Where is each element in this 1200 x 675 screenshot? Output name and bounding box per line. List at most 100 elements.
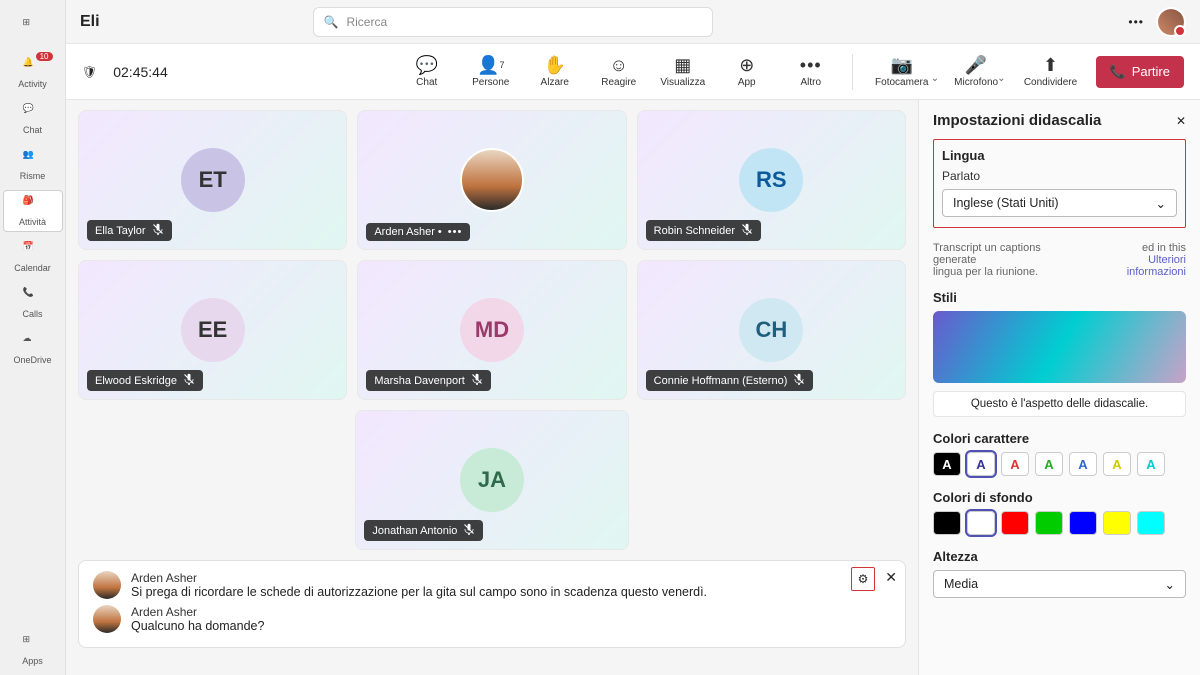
learn-more-link[interactable]: Ulteriori informazioni: [1127, 254, 1186, 278]
bg-color-swatch[interactable]: [1035, 511, 1063, 535]
avatar-initials: CH: [739, 298, 803, 362]
font-color-swatch[interactable]: A: [1035, 452, 1063, 476]
captions-box: ⚙ ✕ Arden AsherSi prega di ricordare le …: [78, 560, 906, 648]
grid-icon: ▦: [674, 55, 691, 75]
video-tile[interactable]: EE Elwood Eskridge: [78, 260, 347, 400]
video-tile[interactable]: ETElla Taylor: [78, 110, 347, 250]
font-color-swatch[interactable]: A: [1069, 452, 1097, 476]
more-icon[interactable]: •••: [448, 226, 463, 238]
view-button[interactable]: ▦Visualizza: [656, 49, 710, 95]
mic-muted-icon: [741, 223, 753, 238]
bg-color-swatch[interactable]: [933, 511, 961, 535]
participant-name: Connie Hoffmann (Esterno): [646, 370, 814, 391]
captions-settings-button[interactable]: ⚙: [851, 567, 875, 591]
participant-name: Marsha Davenport: [366, 370, 491, 391]
avatar-initials: RS: [739, 148, 803, 212]
rail-teams[interactable]: 👥 Risme: [3, 144, 63, 186]
caption-line: Arden AsherQualcuno ha domande?: [93, 605, 891, 633]
caption-line: Arden AsherSi prega di ricordare le sche…: [93, 571, 891, 599]
chevron-down-icon: ⌄: [1165, 577, 1175, 592]
mic-muted-icon: [471, 373, 483, 388]
chevron-down-icon[interactable]: ⌄: [997, 73, 1005, 84]
chevron-down-icon[interactable]: ⌄: [931, 73, 939, 84]
avatar-photo: [460, 148, 524, 212]
calendar-icon: 📅: [23, 241, 43, 261]
rail-activity[interactable]: 🔔 10 Activity: [3, 52, 63, 94]
bg-color-swatch[interactable]: [1103, 511, 1131, 535]
chat-button[interactable]: 💬Chat: [400, 49, 454, 95]
activity-badge: 10: [36, 52, 53, 61]
ellipsis-icon: •••: [800, 55, 822, 75]
people-button[interactable]: 👤7Persone: [464, 49, 518, 95]
hand-icon: ✋: [544, 55, 566, 75]
rail-calls[interactable]: 📞 Calls: [3, 282, 63, 324]
panel-title: Impostazioni didascalia: [933, 112, 1101, 129]
phone-icon: 📞: [23, 287, 43, 307]
mic-button[interactable]: 🎤Microfono: [949, 49, 1003, 95]
mic-muted-icon: [793, 373, 805, 388]
caption-text: Si prega di ricordare le schede di autor…: [131, 585, 707, 599]
chat-icon: 💬: [23, 103, 43, 123]
spoken-language-select[interactable]: Inglese (Stati Uniti) ⌄: [942, 189, 1177, 217]
raise-hand-button[interactable]: ✋Alzare: [528, 49, 582, 95]
video-tile[interactable]: Arden Asher ••••: [357, 110, 626, 250]
rail-apps[interactable]: ⊞ Apps: [3, 629, 63, 671]
rail-chat[interactable]: 💬 Chat: [3, 98, 63, 140]
close-captions-button[interactable]: ✕: [885, 569, 897, 586]
chevron-down-icon: ⌄: [1156, 196, 1166, 211]
font-color-swatch[interactable]: A: [933, 452, 961, 476]
share-button[interactable]: ⬆Condividere: [1016, 49, 1086, 95]
caption-text: Qualcuno ha domande?: [131, 619, 264, 633]
video-tile[interactable]: JAJonathan Antonio: [355, 410, 628, 550]
participant-name: Elwood Eskridge: [87, 370, 203, 391]
participant-name: Arden Asher ••••: [366, 223, 470, 241]
plus-icon: ⊕: [739, 55, 754, 75]
bg-color-swatch[interactable]: [967, 511, 995, 535]
caption-speaker: Arden Asher: [131, 605, 264, 619]
camera-off-icon: 📷: [891, 55, 913, 75]
font-color-swatch[interactable]: A: [1137, 452, 1165, 476]
more-button[interactable]: •••Altro: [784, 49, 838, 95]
caption-height-select[interactable]: Media ⌄: [933, 570, 1186, 598]
shield-icon[interactable]: 🛡: [82, 65, 97, 79]
person-icon: 👤7: [477, 55, 504, 75]
avatar-initials: ET: [181, 148, 245, 212]
phone-down-icon: 📞: [1110, 64, 1126, 80]
font-color-swatch[interactable]: A: [1103, 452, 1131, 476]
camera-button[interactable]: 📷Fotocamera: [867, 49, 937, 95]
more-icon[interactable]: •••: [1128, 15, 1144, 29]
avatar-initials: JA: [460, 448, 524, 512]
leave-button[interactable]: 📞Partire: [1096, 56, 1184, 88]
video-tile[interactable]: RSRobin Schneider: [637, 110, 906, 250]
avatar-initials: MD: [460, 298, 524, 362]
video-tile[interactable]: CH Connie Hoffmann (Esterno): [637, 260, 906, 400]
caption-settings-panel: Impostazioni didascalia ✕ Lingua Parlato…: [918, 100, 1200, 675]
search-input[interactable]: 🔍 Ricerca: [313, 7, 713, 37]
people-icon: 👥: [23, 149, 43, 169]
bg-color-swatch[interactable]: [1001, 511, 1029, 535]
apps-grid-icon[interactable]: ⊞: [3, 6, 63, 48]
mic-muted-icon: [183, 373, 195, 388]
avatar: [93, 571, 121, 599]
rail-assignments[interactable]: 🎒 Attività: [3, 190, 63, 232]
style-preview: [933, 311, 1186, 383]
caption-speaker: Arden Asher: [131, 571, 707, 585]
meeting-toolbar: 🛡 02:45:44 💬Chat 👤7Persone ✋Alzare ☺Reag…: [66, 44, 1200, 100]
avatar-initials: EE: [181, 298, 245, 362]
close-panel-icon[interactable]: ✕: [1176, 114, 1186, 128]
mic-muted-icon: [152, 223, 164, 238]
rail-calendar[interactable]: 📅 Calendar: [3, 236, 63, 278]
rail-onedrive[interactable]: ☁ OneDrive: [3, 328, 63, 370]
font-color-swatch[interactable]: A: [967, 452, 995, 476]
bg-color-swatch[interactable]: [1137, 511, 1165, 535]
video-tile[interactable]: MD Marsha Davenport: [357, 260, 626, 400]
gear-icon: ⚙: [858, 572, 869, 586]
app-button[interactable]: ⊕App: [720, 49, 774, 95]
smile-icon: ☺: [610, 55, 628, 75]
cloud-icon: ☁: [23, 333, 43, 353]
bg-color-swatch[interactable]: [1069, 511, 1097, 535]
user-avatar[interactable]: [1158, 9, 1184, 35]
font-color-swatch[interactable]: A: [1001, 452, 1029, 476]
backpack-icon: 🎒: [23, 195, 43, 215]
react-button[interactable]: ☺Reagire: [592, 49, 646, 95]
